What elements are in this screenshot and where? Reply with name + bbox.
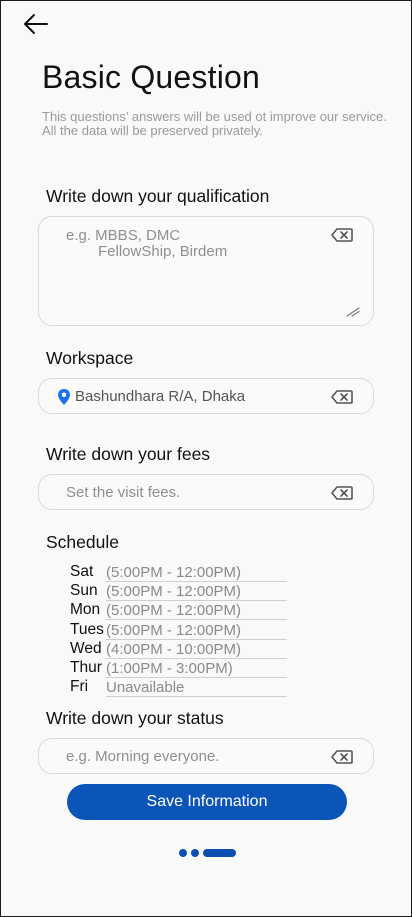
schedule-time: (1:00PM - 3:00PM)	[106, 659, 233, 677]
location-pin-icon	[58, 389, 70, 405]
status-placeholder: e.g. Morning everyone.	[66, 748, 220, 765]
schedule-day: Wed	[70, 639, 102, 657]
schedule-day: Thur	[70, 658, 102, 676]
clear-icon[interactable]	[331, 228, 353, 242]
schedule-time: (4:00PM - 10:00PM)	[106, 640, 242, 658]
page-subtitle: This questions’ answers will be used ot …	[42, 109, 387, 138]
back-arrow-icon[interactable]	[23, 13, 49, 35]
workspace-input[interactable]: Bashundhara R/A, Dhaka	[38, 378, 374, 414]
schedule-time: (5:00PM - 12:00PM)	[106, 583, 242, 601]
workspace-value: Bashundhara R/A, Dhaka	[75, 388, 246, 405]
status-label: Write down your status	[46, 708, 224, 728]
fees-label: Write down your fees	[46, 444, 211, 464]
clear-icon[interactable]	[331, 750, 353, 764]
status-input[interactable]: e.g. Morning everyone.	[38, 738, 374, 774]
schedule-day: Tues	[70, 620, 104, 638]
page-title: Basic Question	[42, 59, 261, 95]
schedule-day: Sun	[70, 582, 98, 600]
step-dot-2	[191, 849, 199, 857]
schedule-time: (5:00PM - 12:00PM)	[106, 564, 242, 581]
schedule-underline	[106, 619, 287, 621]
schedule-day: Fri	[70, 678, 89, 696]
save-information-button[interactable]: Save Information	[67, 784, 347, 820]
step-dot-1	[179, 849, 187, 857]
fees-placeholder: Set the visit fees.	[66, 484, 181, 501]
clear-icon[interactable]	[331, 390, 353, 404]
schedule-underline	[106, 676, 287, 678]
schedule-day: Mon	[70, 601, 101, 619]
fees-input[interactable]: Set the visit fees.	[38, 474, 374, 510]
clear-icon[interactable]	[331, 486, 353, 500]
qualification-textarea[interactable]: e.g. MBBS, DMC FellowShip, Birdem	[38, 216, 374, 326]
schedule-underline	[106, 581, 287, 582]
schedule-label: Schedule	[46, 532, 119, 552]
qualification-placeholder-line1: e.g. MBBS, DMC	[66, 227, 181, 244]
schedule-underline	[106, 657, 287, 659]
qualification-placeholder-line2: FellowShip, Birdem	[98, 243, 228, 260]
qualification-label: Write down your qualification	[46, 186, 270, 206]
schedule-day: Sat	[70, 563, 94, 580]
app-screen: Basic Question This questions’ answers w…	[0, 0, 412, 917]
schedule-underline	[106, 600, 287, 602]
workspace-label: Workspace	[46, 348, 134, 368]
step-dot-active	[203, 849, 236, 857]
resize-handle-icon[interactable]	[345, 305, 361, 317]
schedule-underline	[106, 696, 287, 698]
schedule-time: (5:00PM - 12:00PM)	[106, 621, 242, 639]
schedule-time: Unavailable	[106, 679, 185, 697]
schedule-time: (5:00PM - 12:00PM)	[106, 602, 242, 620]
schedule-underline	[106, 638, 287, 640]
